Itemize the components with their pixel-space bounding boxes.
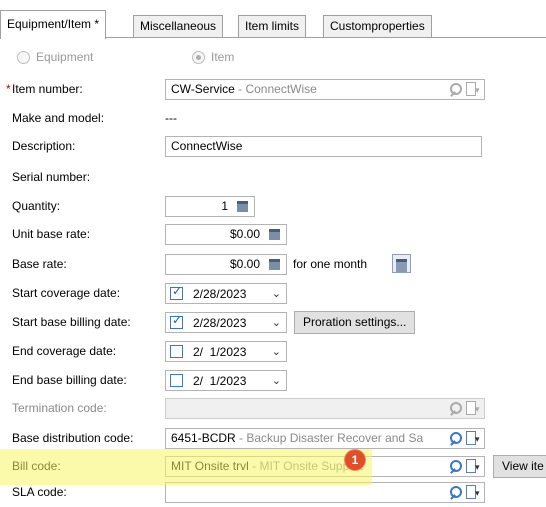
description-input[interactable]: ConnectWise xyxy=(165,136,482,157)
proration-settings-button[interactable]: Proration settings... xyxy=(294,311,416,334)
unit-base-rate-row: Unit base rate: $0.00 xyxy=(0,222,546,248)
base-rate-input[interactable]: $0.00 xyxy=(165,254,287,275)
description-label: Description: xyxy=(12,139,76,153)
unit-base-rate-input[interactable]: $0.00 xyxy=(165,224,287,245)
document-menu-icon[interactable] xyxy=(466,81,481,99)
start-coverage-value: 2/28/2023 xyxy=(193,287,247,301)
start-coverage-label: Start coverage date: xyxy=(12,286,121,300)
start-coverage-row: Start coverage date: 2/28/2023 ⌄ xyxy=(0,281,546,307)
termination-code-label: Termination code: xyxy=(12,401,107,415)
chevron-down-icon[interactable]: ⌄ xyxy=(272,314,281,333)
quantity-row: Quantity: 1 xyxy=(0,194,546,220)
unit-base-rate-value: $0.00 xyxy=(229,227,260,241)
bill-code-row: Bill code: MIT Onsite trvl - MIT Onsite … xyxy=(0,454,546,480)
search-icon xyxy=(449,401,462,415)
start-billing-row: Start base billing date: 2/28/2023 ⌄ Pro… xyxy=(0,310,546,336)
item-number-label: Item number: xyxy=(12,82,83,96)
start-billing-checkbox[interactable] xyxy=(170,313,183,329)
bill-code-lookup[interactable]: MIT Onsite trvl - MIT Onsite Support xyxy=(165,456,485,477)
base-distribution-row: Base distribution code: 6451-BCDR - Back… xyxy=(0,426,546,452)
annotation-badge: 1 xyxy=(345,450,365,470)
calculator-icon[interactable] xyxy=(269,229,280,240)
item-number-lookup[interactable]: CW-Service - ConnectWise xyxy=(165,79,485,100)
end-coverage-datepicker[interactable]: 2/ 1/2023 ⌄ xyxy=(165,341,287,362)
end-coverage-checkbox[interactable] xyxy=(170,345,183,358)
item-number-row: * Item number: CW-Service - ConnectWise xyxy=(0,77,546,103)
serial-number-label: Serial number: xyxy=(12,170,91,184)
end-billing-label: End base billing date: xyxy=(12,373,127,387)
end-coverage-value: 2/ 1/2023 xyxy=(193,345,247,359)
document-menu-icon xyxy=(466,400,481,418)
base-distribution-label: Base distribution code: xyxy=(12,431,134,445)
end-billing-row: End base billing date: 2/ 1/2023 ⌄ xyxy=(0,368,546,394)
end-billing-datepicker[interactable]: 2/ 1/2023 ⌄ xyxy=(165,370,287,391)
base-rate-row: Base rate: $0.00 for one month xyxy=(0,252,546,278)
start-billing-label: Start base billing date: xyxy=(12,315,131,329)
type-radio-group: Equipment Item xyxy=(0,47,546,73)
base-distribution-desc: - Backup Disaster Recover and Sa xyxy=(235,431,424,445)
quantity-input[interactable]: 1 xyxy=(165,196,255,217)
description-row: Description: ConnectWise xyxy=(0,134,546,160)
required-mark: * xyxy=(6,82,11,96)
document-menu-icon[interactable] xyxy=(466,430,481,448)
item-number-code: CW-Service xyxy=(171,82,235,96)
document-menu-icon[interactable] xyxy=(466,458,481,476)
sla-code-label: SLA code: xyxy=(12,485,67,499)
chevron-down-icon[interactable]: ⌄ xyxy=(272,372,281,391)
calculator-icon[interactable] xyxy=(237,201,248,212)
search-icon[interactable] xyxy=(449,431,462,445)
end-coverage-row: End coverage date: 2/ 1/2023 ⌄ xyxy=(0,339,546,365)
base-rate-suffix: for one month xyxy=(293,257,368,271)
make-model-label: Make and model: xyxy=(12,111,105,125)
calculator-icon[interactable] xyxy=(269,259,280,270)
start-coverage-checkbox[interactable] xyxy=(170,284,183,300)
chevron-down-icon[interactable]: ⌄ xyxy=(272,285,281,304)
item-number-desc: - ConnectWise xyxy=(234,82,317,96)
item-radio[interactable] xyxy=(192,51,205,64)
bill-code-label: Bill code: xyxy=(12,459,61,473)
document-menu-icon[interactable] xyxy=(466,484,481,502)
tab-custom-properties[interactable]: Customproperties xyxy=(323,15,432,38)
search-icon[interactable] xyxy=(449,82,462,96)
end-billing-value: 2/ 1/2023 xyxy=(193,374,247,388)
search-icon[interactable] xyxy=(449,459,462,473)
start-billing-datepicker[interactable]: 2/28/2023 ⌄ xyxy=(165,312,287,333)
sla-code-lookup[interactable] xyxy=(165,482,485,503)
equipment-radio[interactable] xyxy=(17,51,30,64)
end-coverage-label: End coverage date: xyxy=(12,344,117,358)
base-rate-value: $0.00 xyxy=(229,257,260,271)
tab-miscellaneous[interactable]: Miscellaneous xyxy=(133,15,224,38)
end-billing-checkbox[interactable] xyxy=(170,374,183,387)
equipment-radio-label: Equipment xyxy=(36,50,94,64)
base-distribution-lookup[interactable]: 6451-BCDR - Backup Disaster Recover and … xyxy=(165,428,485,449)
tab-equipment-item[interactable]: Equipment/Item * xyxy=(0,10,107,39)
make-model-value: --- xyxy=(165,111,177,125)
start-coverage-datepicker[interactable]: 2/28/2023 ⌄ xyxy=(165,283,287,304)
serial-number-row: Serial number: xyxy=(0,165,546,191)
sla-code-row: SLA code: xyxy=(0,480,546,506)
chevron-down-icon[interactable]: ⌄ xyxy=(272,343,281,362)
search-icon[interactable] xyxy=(449,485,462,499)
rate-calendar-button[interactable] xyxy=(392,254,411,273)
termination-code-lookup xyxy=(165,398,485,419)
quantity-value: 1 xyxy=(221,199,228,213)
termination-code-row: Termination code: xyxy=(0,396,546,422)
base-rate-label: Base rate: xyxy=(12,257,67,271)
tab-bar: Equipment/Item * Miscellaneous Item limi… xyxy=(0,10,546,39)
tab-item-limits[interactable]: Item limits xyxy=(238,15,306,38)
make-model-row: Make and model: --- xyxy=(0,106,546,132)
unit-base-rate-label: Unit base rate: xyxy=(12,227,91,241)
bill-code-code: MIT Onsite trvl xyxy=(171,459,249,473)
item-radio-label: Item xyxy=(211,50,235,64)
base-distribution-code: 6451-BCDR xyxy=(171,431,236,445)
quantity-label: Quantity: xyxy=(12,199,61,213)
start-billing-value: 2/28/2023 xyxy=(193,316,247,330)
view-item-button[interactable]: View ite xyxy=(493,455,546,478)
